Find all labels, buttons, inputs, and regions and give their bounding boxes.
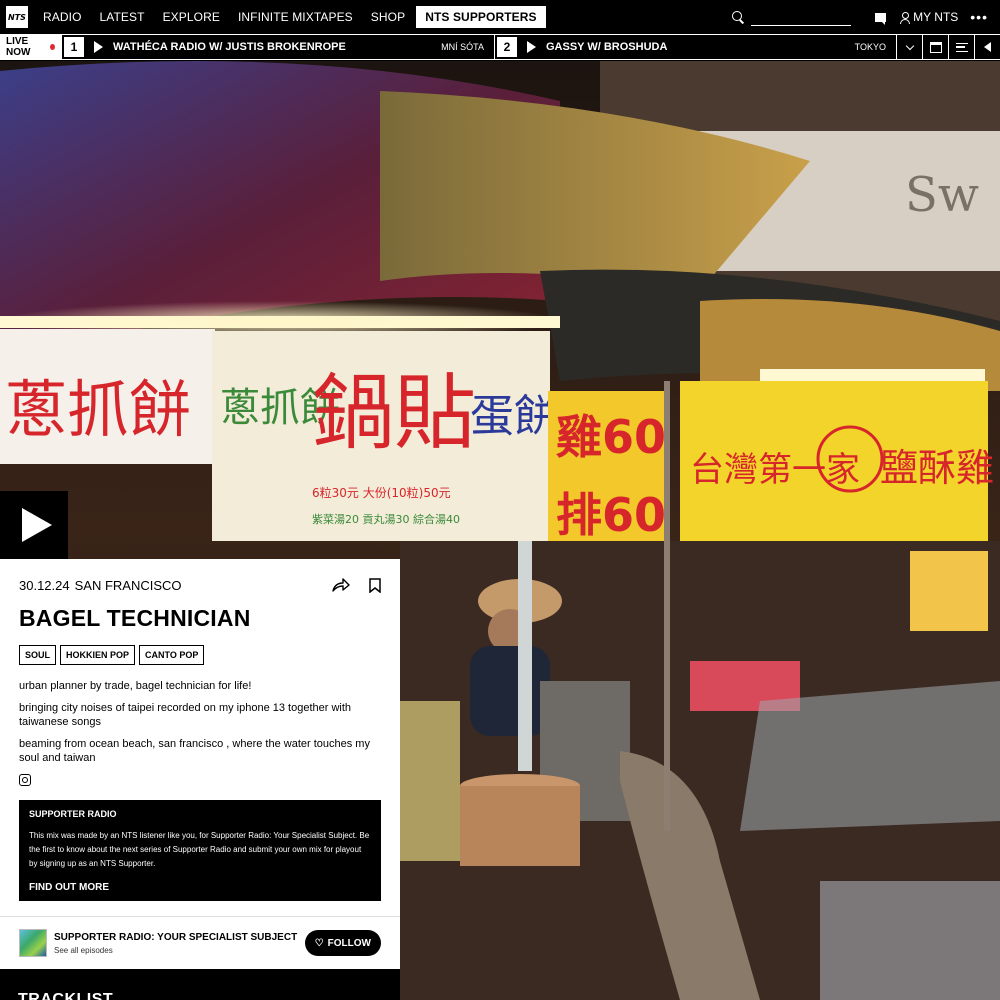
search-input[interactable] xyxy=(751,8,852,26)
episode-info-panel: 30.12.24 SAN FRANCISCO BAGEL TECHNICIAN … xyxy=(0,559,400,969)
svg-text:蔥抓餅: 蔥抓餅 xyxy=(5,373,191,446)
supporter-radio-box: SUPPORTER RADIO This mix was made by an … xyxy=(19,800,381,901)
channel-location: TOKYO xyxy=(854,42,886,52)
chat-icon[interactable] xyxy=(875,12,887,25)
nts-logo[interactable]: NTS xyxy=(6,6,28,28)
live-channel-2[interactable]: 2 GASSY W/ BROSHUDA TOKYO xyxy=(494,35,896,59)
svg-text:鹽酥雞: 鹽酥雞 xyxy=(880,446,994,490)
volume-icon xyxy=(984,42,991,52)
svg-text:鍋貼: 鍋貼 xyxy=(312,366,476,461)
share-icon[interactable] xyxy=(332,578,350,592)
nav-items: RADIO LATEST EXPLORE INFINITE MIXTAPES S… xyxy=(34,6,546,28)
svg-text:台灣第一家: 台灣第一家 xyxy=(690,450,860,490)
calendar-icon xyxy=(929,41,942,53)
nav-explore[interactable]: EXPLORE xyxy=(154,10,229,24)
channel-title: WATHÉCA RADIO W/ JUSTIS BROKENROPE xyxy=(113,41,346,53)
queue-button[interactable] xyxy=(948,35,974,59)
follow-button[interactable]: ♡ FOLLOW xyxy=(304,930,381,956)
top-nav: NTS RADIO LATEST EXPLORE INFINITE MIXTAP… xyxy=(0,0,1000,34)
nav-latest[interactable]: LATEST xyxy=(91,10,154,24)
play-icon[interactable] xyxy=(94,41,103,53)
nav-radio[interactable]: RADIO xyxy=(34,10,91,24)
svg-text:6粒30元 大份(10粒)50元: 6粒30元 大份(10粒)50元 xyxy=(312,485,451,500)
supporter-box-text: This mix was made by an NTS listener lik… xyxy=(29,831,370,868)
episode-title: BAGEL TECHNICIAN xyxy=(19,605,251,631)
supporter-box-title: SUPPORTER RADIO xyxy=(29,809,117,819)
description-line: beaming from ocean beach, san francisco … xyxy=(19,738,370,764)
genre-tag[interactable]: CANTO POP xyxy=(139,645,205,665)
episode-location[interactable]: SAN FRANCISCO xyxy=(75,578,182,593)
user-icon xyxy=(900,11,911,24)
live-now-label: LIVE NOW xyxy=(0,35,61,59)
show-text: SUPPORTER RADIO: YOUR SPECIALIST SUBJECT… xyxy=(54,932,297,955)
channel-title: GASSY W/ BROSHUDA xyxy=(546,41,668,53)
heart-icon: ♡ xyxy=(314,937,324,949)
channel-number: 2 xyxy=(497,37,517,57)
live-channel-1[interactable]: 1 WATHÉCA RADIO W/ JUSTIS BROKENROPE MNÍ… xyxy=(61,35,494,59)
nav-right: MY NTS ••• xyxy=(731,0,1000,34)
expand-live-button[interactable] xyxy=(896,35,922,59)
show-row: SUPPORTER RADIO: YOUR SPECIALIST SUBJECT… xyxy=(0,916,400,969)
nav-supporters[interactable]: NTS SUPPORTERS xyxy=(416,6,546,28)
my-nts-link[interactable]: MY NTS xyxy=(913,10,958,24)
episode-description: urban planner by trade, bagel technician… xyxy=(19,679,381,765)
live-dot-icon xyxy=(50,44,55,50)
genre-tag[interactable]: SOUL xyxy=(19,645,57,665)
live-bar: LIVE NOW 1 WATHÉCA RADIO W/ JUSTIS BROKE… xyxy=(0,34,1000,60)
tracklist-title: TRACKLIST xyxy=(18,991,114,1000)
instagram-icon[interactable] xyxy=(19,774,31,786)
see-all-episodes-link[interactable]: See all episodes xyxy=(54,946,297,955)
description-line: bringing city noises of taipei recorded … xyxy=(19,702,352,728)
bookmark-icon[interactable] xyxy=(369,577,381,593)
play-icon[interactable] xyxy=(527,41,536,53)
svg-text:雞60: 雞60 xyxy=(556,410,666,464)
svg-text:Sw: Sw xyxy=(905,167,979,223)
more-icon[interactable]: ••• xyxy=(970,9,988,25)
play-icon xyxy=(22,508,52,542)
genre-tag[interactable]: HOKKIEN POP xyxy=(60,645,136,665)
nav-shop[interactable]: SHOP xyxy=(362,10,414,24)
search-icon[interactable] xyxy=(731,10,745,24)
live-now-text: LIVE NOW xyxy=(6,36,31,58)
nav-infinite-mixtapes[interactable]: INFINITE MIXTAPES xyxy=(229,10,362,24)
description-line: urban planner by trade, bagel technician… xyxy=(19,680,252,692)
show-name[interactable]: SUPPORTER RADIO: YOUR SPECIALIST SUBJECT xyxy=(54,932,297,943)
channel-location: MNÍ SÓTA xyxy=(441,42,484,52)
svg-text:紫菜湯20 貢丸湯30 綜合湯40: 紫菜湯20 貢丸湯30 綜合湯40 xyxy=(312,512,460,526)
tracklist-header: TRACKLIST xyxy=(0,969,400,1000)
episode-date: 30.12.24 xyxy=(19,577,70,593)
follow-label: FOLLOW xyxy=(327,937,371,949)
episode-meta: 30.12.24 SAN FRANCISCO xyxy=(19,577,381,593)
episode-play-button[interactable] xyxy=(0,491,68,559)
find-out-more-link[interactable]: FIND OUT MORE xyxy=(29,882,371,893)
volume-button[interactable] xyxy=(974,35,1000,59)
show-thumbnail[interactable] xyxy=(19,929,47,957)
genre-tags: SOUL HOKKIEN POP CANTO POP xyxy=(19,645,381,665)
svg-text:蛋餅: 蛋餅 xyxy=(470,391,558,442)
chevron-down-icon xyxy=(905,41,914,50)
schedule-button[interactable] xyxy=(922,35,948,59)
playlist-icon xyxy=(955,42,968,52)
channel-number: 1 xyxy=(64,37,84,57)
svg-text:排60: 排60 xyxy=(556,488,666,542)
